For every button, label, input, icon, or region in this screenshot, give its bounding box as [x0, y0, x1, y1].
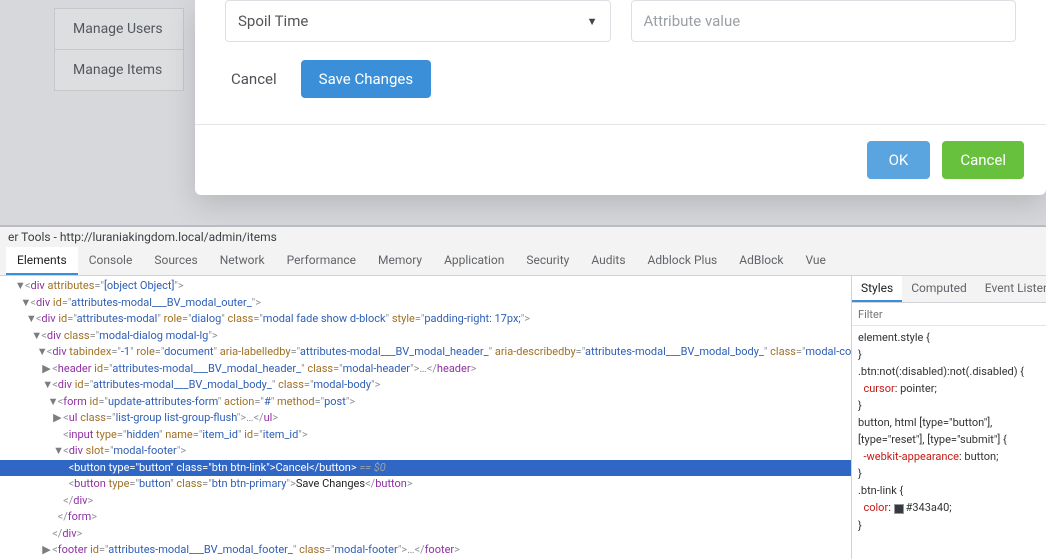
style-rule[interactable]: .btn-link { color: #343a40;}: [858, 482, 1040, 533]
devtools-tab-sources[interactable]: Sources: [143, 247, 208, 275]
dom-line[interactable]: ▶<ul class="list-group list-group-flush"…: [0, 410, 851, 427]
dom-line[interactable]: ▼<div id="attributes-modal___BV_modal_ou…: [0, 295, 851, 312]
devtools-tab-vue[interactable]: Vue: [794, 247, 836, 275]
dom-line[interactable]: ▼<div tabindex="-1" role="document" aria…: [0, 344, 851, 361]
dom-line[interactable]: ▼<form id="update-attributes-form" actio…: [0, 394, 851, 411]
dom-line[interactable]: ▼<div id="attributes-modal___BV_modal_bo…: [0, 377, 851, 394]
cancel-button[interactable]: Cancel: [225, 60, 283, 98]
devtools-tab-elements[interactable]: Elements: [6, 247, 78, 275]
dom-line[interactable]: <button type="button" class="btn btn-lin…: [0, 460, 851, 477]
style-rule[interactable]: button, html [type="button"], [type="res…: [858, 414, 1040, 482]
dom-line[interactable]: ▶<footer id="attributes-modal___BV_modal…: [0, 542, 851, 559]
chevron-down-icon: ▼: [587, 15, 598, 28]
styles-filter-input[interactable]: [858, 308, 1040, 321]
dom-line[interactable]: ▼<div attributes="[object Object]">: [0, 278, 851, 295]
modal-cancel-button[interactable]: Cancel: [942, 141, 1024, 179]
styles-tab-styles[interactable]: Styles: [852, 276, 902, 302]
dom-line[interactable]: ▶<header id="attributes-modal___BV_modal…: [0, 361, 851, 378]
attribute-select[interactable]: Spoil Time ▼: [225, 0, 611, 42]
devtools-tab-security[interactable]: Security: [515, 247, 580, 275]
devtools-tab-adblock-plus[interactable]: Adblock Plus: [637, 247, 729, 275]
style-rule[interactable]: .btn:not(:disabled):not(.disabled) { cur…: [858, 363, 1040, 414]
devtools-title: er Tools - http://luraniakingdom.local/a…: [0, 227, 1046, 247]
save-changes-button[interactable]: Save Changes: [301, 60, 431, 98]
modal-body: Spoil Time ▼ Cancel Save Changes: [195, 0, 1046, 124]
devtools-tab-memory[interactable]: Memory: [367, 247, 433, 275]
dom-line[interactable]: </form>: [0, 509, 851, 526]
dom-line[interactable]: <button type="button" class="btn btn-pri…: [0, 476, 851, 493]
dom-line[interactable]: </div>: [0, 526, 851, 543]
attribute-value-input[interactable]: [631, 0, 1017, 42]
devtools-tab-performance[interactable]: Performance: [276, 247, 367, 275]
attribute-select-value: Spoil Time: [238, 12, 308, 30]
dom-tree[interactable]: ▼<div attributes="[object Object]"> ▼<di…: [0, 276, 851, 559]
dom-line[interactable]: ▼<div id="attributes-modal" role="dialog…: [0, 311, 851, 328]
modal-footer: OK Cancel: [195, 124, 1046, 195]
devtools-tab-adblock[interactable]: AdBlock: [728, 247, 794, 275]
devtools-panel: er Tools - http://luraniakingdom.local/a…: [0, 225, 1046, 559]
styles-tab-event-listeners[interactable]: Event Listeners: [976, 276, 1046, 302]
ok-button[interactable]: OK: [867, 141, 931, 179]
style-rule[interactable]: element.style {}: [858, 329, 1040, 363]
devtools-tab-console[interactable]: Console: [78, 247, 144, 275]
devtools-tabs: ElementsConsoleSourcesNetworkPerformance…: [0, 247, 1046, 276]
styles-panel: StylesComputedEvent Listeners element.st…: [851, 276, 1046, 559]
dom-line[interactable]: ▼<div class="modal-dialog modal-lg">: [0, 328, 851, 345]
dom-line[interactable]: ▼<div slot="modal-footer">: [0, 443, 851, 460]
devtools-tab-application[interactable]: Application: [433, 247, 515, 275]
attributes-modal: Spoil Time ▼ Cancel Save Changes OK Canc…: [195, 0, 1046, 195]
styles-rules[interactable]: element.style {}.btn:not(:disabled):not(…: [852, 326, 1046, 559]
dom-line[interactable]: </div>: [0, 493, 851, 510]
devtools-tab-audits[interactable]: Audits: [580, 247, 636, 275]
styles-tab-computed[interactable]: Computed: [902, 276, 976, 302]
devtools-tab-network[interactable]: Network: [209, 247, 276, 275]
dom-line[interactable]: <input type="hidden" name="item_id" id="…: [0, 427, 851, 444]
